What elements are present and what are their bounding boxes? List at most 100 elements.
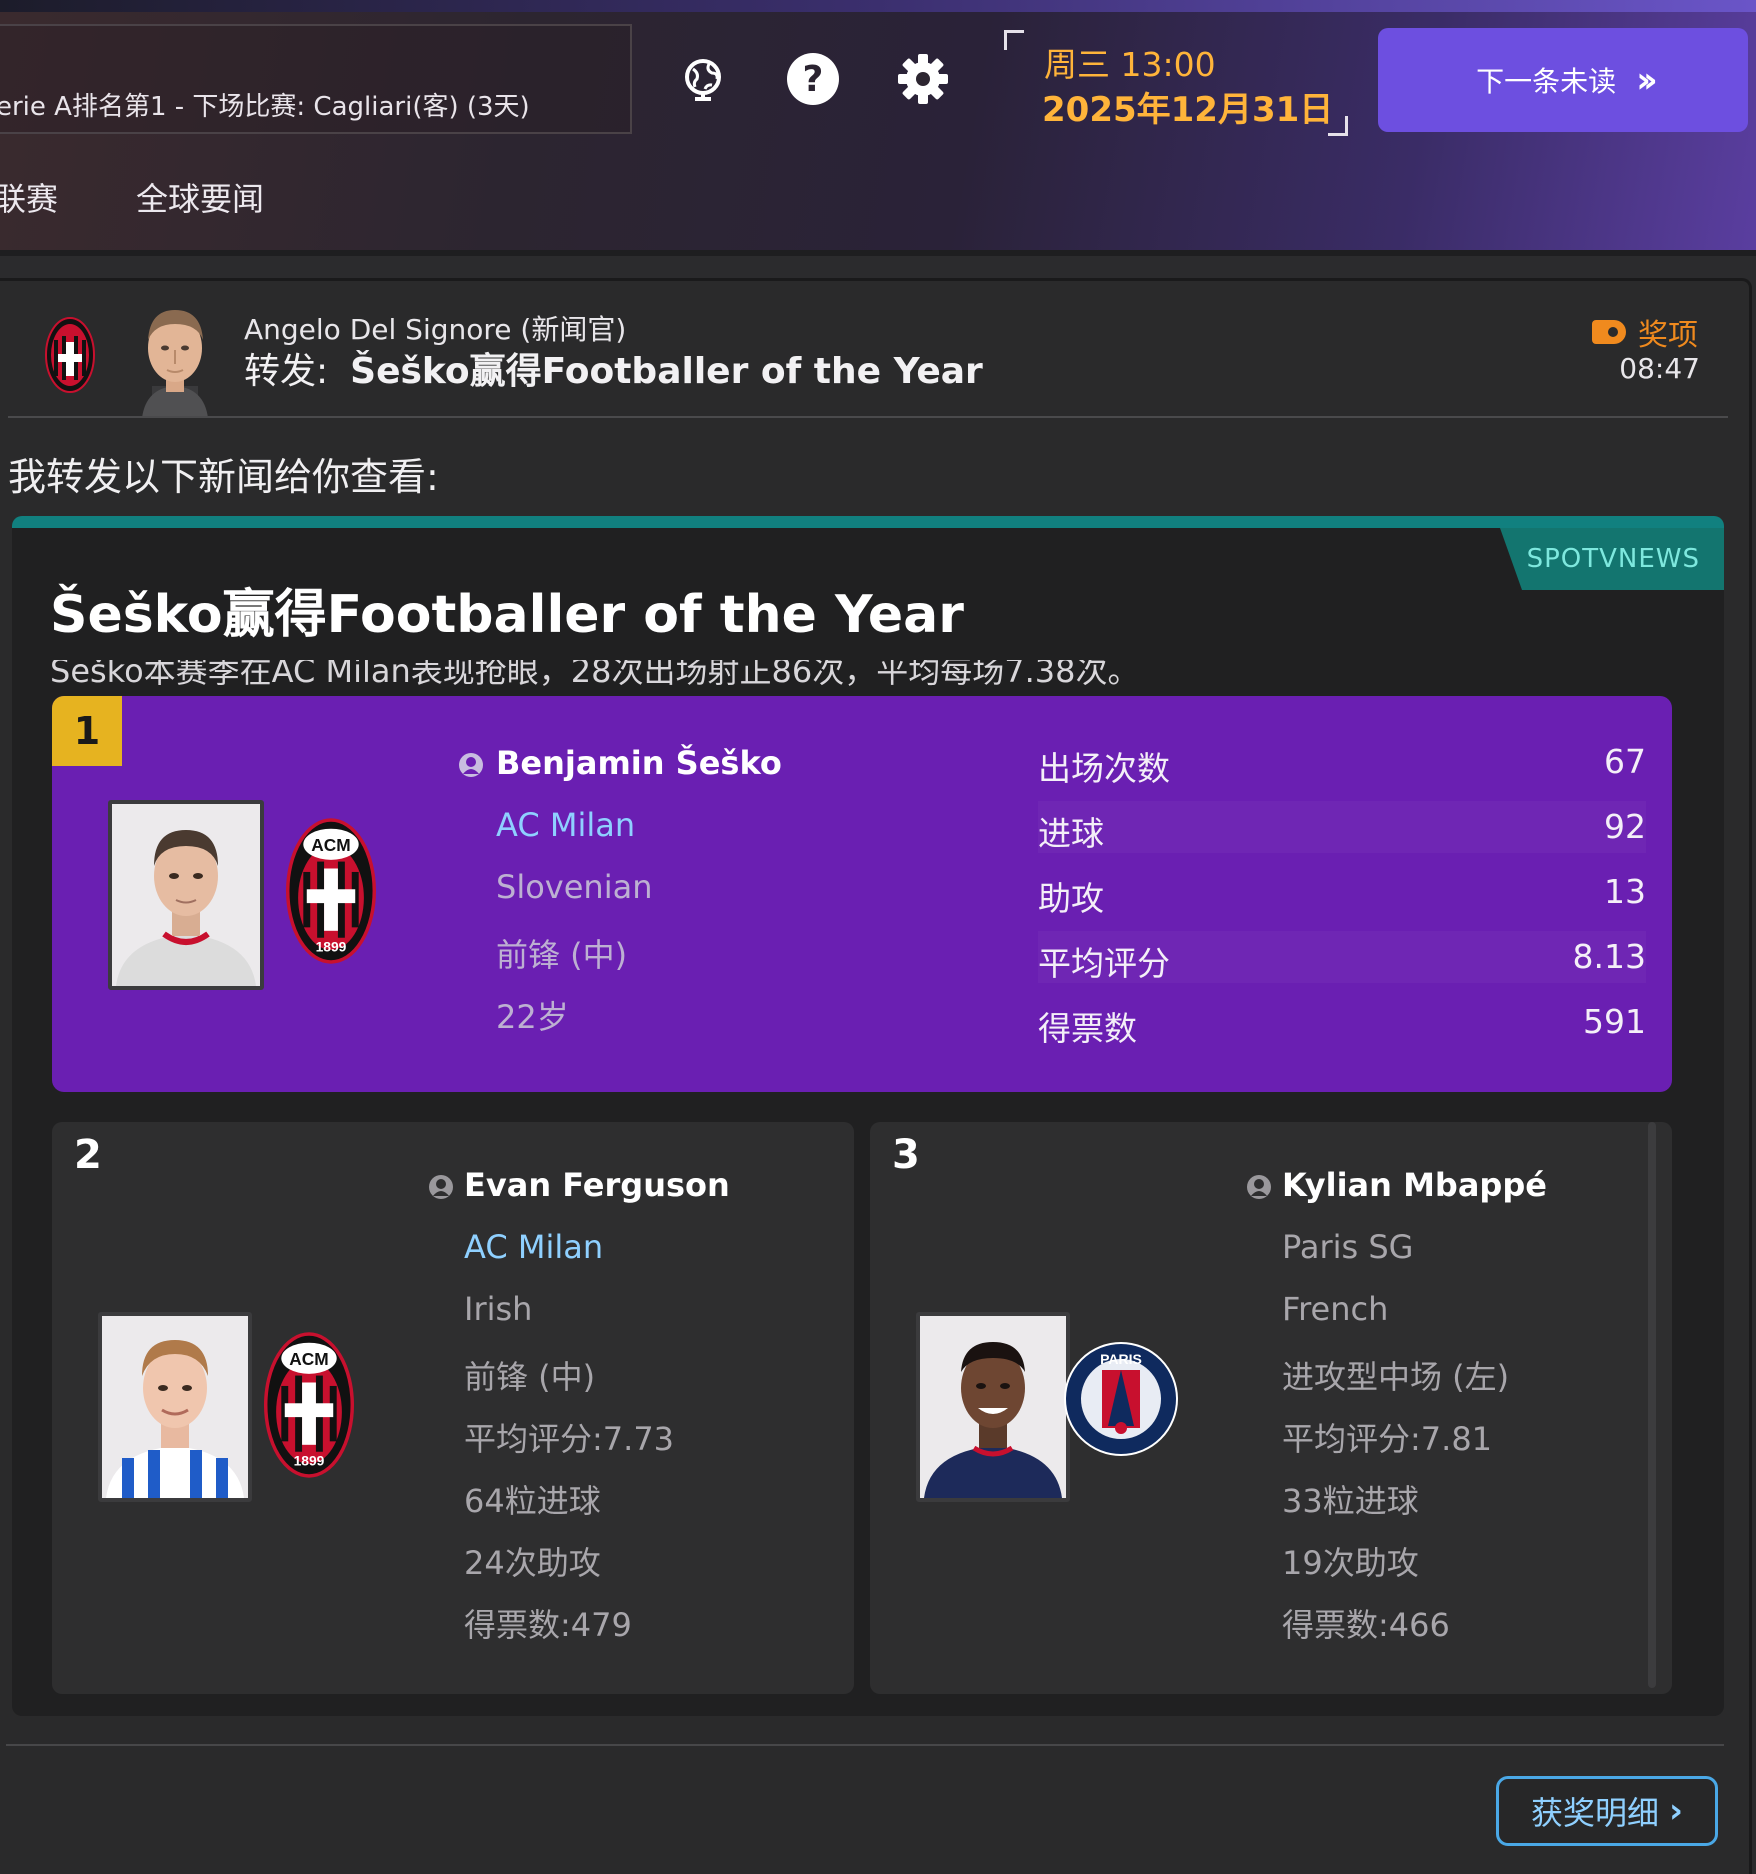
- winner-position: 前锋 (中): [496, 936, 628, 974]
- header-divider: [8, 416, 1728, 418]
- help-icon: ?: [787, 53, 839, 105]
- message-intro: 我转发以下新闻给你查看:: [8, 455, 439, 499]
- game-date: 2025年12月31日: [1042, 90, 1334, 130]
- top-strip: [0, 0, 1756, 12]
- stat-value: 13: [1604, 872, 1646, 911]
- winner-stat-row: 助攻 13: [1038, 866, 1646, 918]
- runner-up-club-crest: ACM 1899: [264, 1330, 354, 1484]
- news-title: Šeško赢得Footballer of the Year: [50, 585, 964, 645]
- settings-gear-icon: [898, 54, 948, 104]
- winner-portrait[interactable]: [108, 800, 264, 990]
- runner-up-card[interactable]: 2 ACM 1899 Evan Ferguson AC Milan Irish …: [52, 1122, 854, 1694]
- award-details-button[interactable]: 获奖明细 ›: [1496, 1776, 1718, 1846]
- stat-label: 助攻: [1038, 879, 1104, 918]
- runner-up-nationality: Irish: [464, 1290, 533, 1328]
- double-chevron-icon: ››: [1636, 59, 1657, 101]
- winner-name[interactable]: Benjamin Šeško: [496, 744, 782, 782]
- message-time: 08:47: [1619, 352, 1700, 385]
- stat-label: 平均评分: [1038, 944, 1170, 983]
- news-body-clip: Šeško本赛季在AC Milan表现抢眼，28次出场射正86次，平均每场7.3…: [50, 660, 1350, 686]
- runner-up-card[interactable]: 3 PARIS Kylian Mbappé Paris SG French 进攻…: [870, 1122, 1672, 1694]
- chevron-right-icon: ›: [1669, 1791, 1684, 1831]
- svg-text:1899: 1899: [316, 939, 347, 955]
- subject-prefix: 转发:: [244, 351, 329, 392]
- award-details-label: 获奖明细: [1530, 1794, 1659, 1832]
- winner-age: 22岁: [496, 998, 569, 1036]
- winner-stat-row: 出场次数 67: [1038, 736, 1646, 788]
- winner-stat-row: 进球 92: [1038, 801, 1646, 853]
- league-status-box[interactable]: erie A排名第1 - 下场比赛: Cagliari(客) (3天): [0, 24, 632, 134]
- runner-up-votes: 得票数:479: [464, 1606, 632, 1644]
- svg-text:1899: 1899: [294, 1453, 325, 1469]
- game-day-time: 周三 13:00: [1044, 45, 1216, 84]
- help-button[interactable]: ?: [784, 50, 842, 108]
- forwarded-news-card: SPOTVNEWS Šeško赢得Footballer of the Year …: [12, 516, 1724, 1716]
- runner-up-club-crest: PARIS: [1062, 1340, 1180, 1462]
- sender-club-logo: [44, 316, 96, 398]
- award-tag-label: 奖项: [1638, 318, 1698, 353]
- tag-icon: [1592, 320, 1626, 344]
- award-tag[interactable]: 奖项: [1592, 310, 1698, 354]
- stat-value: 92: [1604, 807, 1646, 846]
- winner-club-crest: ACM 1899: [286, 816, 376, 970]
- subject-text: Šeško赢得Footballer of the Year: [350, 351, 983, 392]
- runner-up-rank: 2: [74, 1132, 102, 1178]
- winner-card[interactable]: 1 ACM 1899 Benjamin Šeško AC Milan Slove…: [52, 696, 1672, 1092]
- psg-crest-icon: PARIS: [1064, 1342, 1178, 1456]
- ac-milan-crest-icon: ACM 1899: [286, 818, 376, 964]
- next-unread-button[interactable]: 下一条未读 ››: [1378, 28, 1748, 132]
- winner-stat-row: 得票数 591: [1038, 996, 1646, 1048]
- runner-up-name[interactable]: Evan Ferguson: [464, 1166, 730, 1204]
- stat-value: 8.13: [1572, 937, 1646, 976]
- runner-up-goals: 33粒进球: [1282, 1482, 1419, 1520]
- sender-avatar: [132, 300, 218, 418]
- stat-value: 591: [1583, 1002, 1646, 1041]
- winner-nationality: Slovenian: [496, 868, 653, 906]
- tab-global-news[interactable]: 全球要闻: [136, 174, 264, 220]
- player-profile-icon: [1247, 1175, 1271, 1199]
- settings-button[interactable]: [894, 50, 952, 108]
- runner-up-assists: 24次助攻: [464, 1544, 601, 1582]
- runner-up-rating: 平均评分:7.81: [1282, 1420, 1493, 1458]
- news-body-text: Šeško本赛季在AC Milan表现抢眼，28次出场射正86次，平均每场7.3…: [50, 660, 1140, 686]
- runner-up-club[interactable]: Paris SG: [1282, 1228, 1413, 1266]
- footer-divider: [6, 1744, 1724, 1746]
- runner-up-club[interactable]: AC Milan: [464, 1228, 603, 1266]
- message-subject: 转发: Šeško赢得Footballer of the Year: [244, 342, 983, 394]
- runner-up-rank: 3: [892, 1132, 920, 1178]
- runner-up-goals: 64粒进球: [464, 1482, 601, 1520]
- scrollbar[interactable]: [1648, 1122, 1656, 1688]
- winner-stat-row: 平均评分 8.13: [1038, 931, 1646, 983]
- next-unread-label: 下一条未读: [1476, 65, 1617, 98]
- news-source-tag: SPOTVNEWS: [1500, 528, 1724, 590]
- runner-up-position: 进攻型中场 (左): [1282, 1358, 1510, 1396]
- svg-text:ACM: ACM: [311, 835, 350, 855]
- runner-up-portrait[interactable]: [916, 1312, 1070, 1502]
- runner-up-rating: 平均评分:7.73: [464, 1420, 675, 1458]
- player-profile-icon: [459, 753, 483, 777]
- winner-club[interactable]: AC Milan: [496, 806, 635, 844]
- ac-milan-crest-icon: ACM 1899: [264, 1332, 354, 1478]
- stat-label: 进球: [1038, 814, 1104, 853]
- svg-text:ACM: ACM: [289, 1349, 328, 1369]
- runner-up-portrait[interactable]: [98, 1312, 252, 1502]
- tab-league[interactable]: 联赛: [0, 174, 58, 220]
- runner-up-assists: 19次助攻: [1282, 1544, 1419, 1582]
- game-date-box[interactable]: 周三 13:00 2025年12月31日: [1004, 30, 1348, 136]
- svg-text:PARIS: PARIS: [1100, 1351, 1142, 1367]
- runner-up-name[interactable]: Kylian Mbappé: [1282, 1166, 1547, 1204]
- league-status-text: erie A排名第1 - 下场比赛: Cagliari(客) (3天): [0, 92, 530, 122]
- top-bar: erie A排名第1 - 下场比赛: Cagliari(客) (3天) ? 周三…: [0, 0, 1756, 256]
- runner-up-position: 前锋 (中): [464, 1358, 596, 1396]
- runner-up-votes: 得票数:466: [1282, 1606, 1450, 1644]
- player-profile-icon: [429, 1175, 453, 1199]
- stat-label: 出场次数: [1038, 749, 1170, 788]
- ac-milan-crest-icon: [45, 317, 95, 393]
- globe-icon: [685, 59, 721, 101]
- stat-value: 67: [1604, 742, 1646, 781]
- runner-up-nationality: French: [1282, 1290, 1389, 1328]
- winner-rank-badge: 1: [52, 696, 122, 766]
- stat-label: 得票数: [1038, 1009, 1137, 1048]
- globe-button[interactable]: [674, 50, 732, 108]
- date-corner-decoration: [1004, 30, 1024, 50]
